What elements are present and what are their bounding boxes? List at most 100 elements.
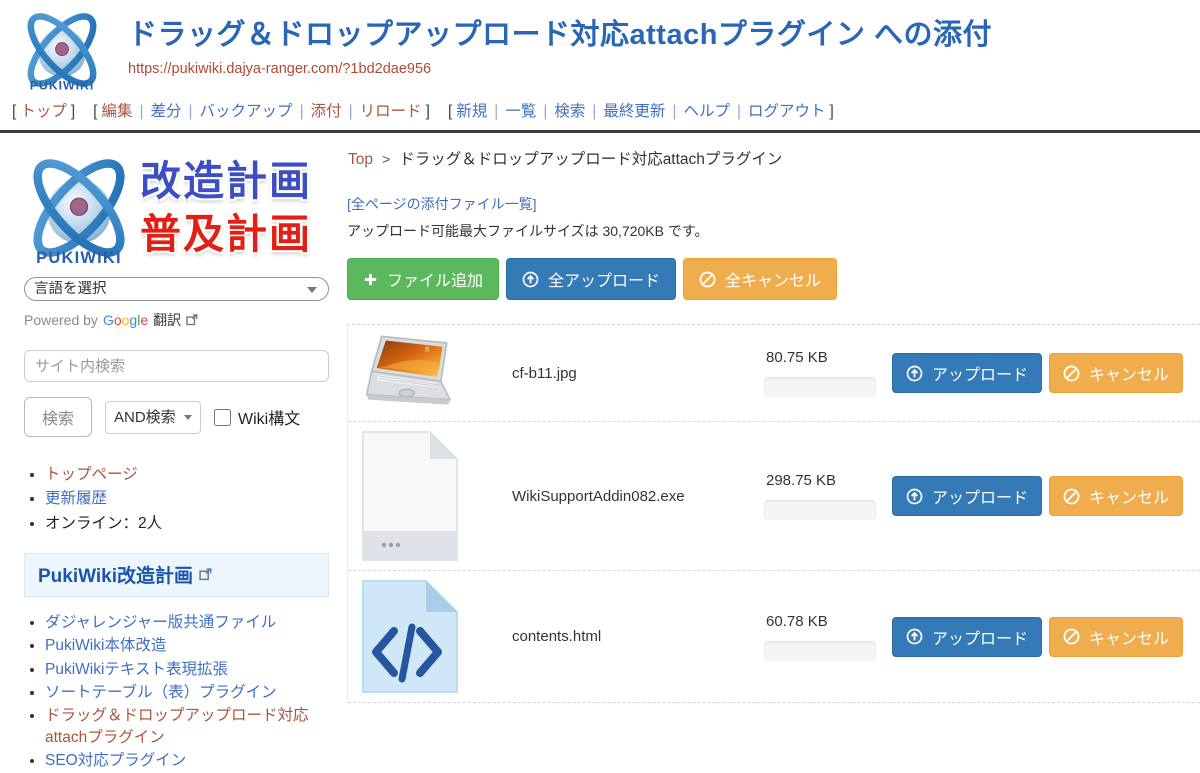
wiki-syntax-label: Wiki構文	[238, 405, 300, 429]
site-header: PUKIWIKI ドラッグ＆ドロップアップロード対応attachプラグイン への…	[0, 0, 1200, 96]
nav-bar: [トップ][編集|差分|バックアップ|添付|リロード][新規|一覧|検索|最終更…	[0, 96, 1200, 133]
quick-link[interactable]: 更新履歴	[45, 490, 107, 507]
upload-button-label: アップロード	[932, 484, 1028, 508]
sidebar-link[interactable]: ダジャレンジャー版共通ファイル	[45, 614, 276, 631]
search-input[interactable]	[24, 350, 329, 382]
breadcrumb-current: ドラッグ＆ドロップアップロード対応attachプラグイン	[399, 151, 782, 168]
ban-icon	[1063, 365, 1080, 382]
upload-all-label: 全アップロード	[548, 267, 660, 291]
cancel-button[interactable]: キャンセル	[1049, 617, 1183, 657]
search-mode-wrap: AND検索	[105, 401, 201, 434]
file-name: contents.html	[512, 628, 764, 645]
wiki-syntax-checkbox[interactable]	[214, 409, 231, 426]
google-logo: Google	[103, 312, 148, 328]
upload-button-label: アップロード	[932, 361, 1028, 385]
upload-circle-icon	[906, 365, 923, 382]
laptop-thumbnail: 8	[360, 333, 460, 413]
wiki-syntax-option: Wiki構文	[214, 405, 300, 429]
sidebar-link[interactable]: PukiWiki本体改造	[45, 637, 166, 654]
ban-icon	[1063, 628, 1080, 645]
file-size: 60.78 KB	[766, 613, 876, 630]
upload-all-button[interactable]: 全アップロード	[506, 258, 676, 300]
page-title: ドラッグ＆ドロップアップロード対応attachプラグイン への添付	[128, 20, 1200, 52]
generic-file-icon	[360, 430, 460, 562]
file-size: 298.75 KB	[766, 472, 876, 489]
upload-button[interactable]: アップロード	[892, 617, 1042, 657]
cancel-button-label: キャンセル	[1089, 484, 1169, 508]
translate-link[interactable]: 翻訳	[153, 310, 181, 330]
file-name: cf-b11.jpg	[512, 365, 764, 382]
sidebar-links-list: ダジャレンジャー版共通ファイル PukiWiki本体改造 PukiWikiテキスト表…	[24, 612, 329, 772]
cancel-button[interactable]: キャンセル	[1049, 353, 1183, 393]
nav-link[interactable]: 差分	[151, 103, 182, 120]
svg-text:PUKIWIKI: PUKIWIKI	[36, 249, 122, 267]
search-button[interactable]: 検索	[24, 397, 92, 437]
sidebar-section-heading[interactable]: PukiWiki改造計画	[24, 553, 329, 597]
sidebar-link[interactable]: ドラッグ＆ドロップアップロード対応attachプラグイン	[45, 707, 309, 745]
nav-link[interactable]: 最終更新	[603, 103, 665, 120]
language-select[interactable]: 言語を選択	[24, 277, 329, 301]
sidebar-link[interactable]: ソートテーブル（表）プラグイン	[45, 684, 277, 701]
language-select-wrap: 言語を選択	[24, 277, 329, 301]
file-name: WikiSupportAddin082.exe	[512, 488, 764, 505]
add-files-label: ファイル追加	[387, 267, 483, 291]
ban-icon	[1063, 488, 1080, 505]
sidebar-link[interactable]: PukiWikiテキスト表現拡張	[45, 661, 228, 678]
breadcrumb: Top > ドラッグ＆ドロップアップロード対応attachプラグイン	[348, 147, 1200, 169]
nav-link[interactable]: 検索	[554, 103, 585, 120]
html-file-icon	[360, 579, 460, 694]
sidebar-link[interactable]: SEO対応プラグイン	[45, 752, 186, 769]
cancel-all-label: 全キャンセル	[725, 267, 821, 291]
nav-link[interactable]: 編集	[101, 103, 132, 120]
page-url-link[interactable]: https://pukiwiki.dajya-ranger.com/?1bd2d…	[128, 61, 1200, 77]
file-row: 8 contents.html	[348, 571, 1200, 703]
cancel-all-button[interactable]: 全キャンセル	[683, 258, 837, 300]
search-mode-select[interactable]: AND検索	[105, 401, 201, 434]
cancel-button-label: キャンセル	[1089, 361, 1169, 385]
nav-link[interactable]: バックアップ	[200, 103, 293, 120]
online-count: オンライン：2人	[45, 515, 162, 532]
nav-link[interactable]: ヘルプ	[683, 103, 730, 120]
file-row: 8 WikiSupportAdd	[348, 422, 1200, 571]
svg-text:PUKIWIKI: PUKIWIKI	[30, 79, 95, 93]
upload-progress-bar	[764, 377, 876, 397]
upload-file-list: 8 cf-b11.jpg	[347, 324, 1200, 703]
ban-icon	[699, 271, 716, 288]
nav-link[interactable]: ログアウト	[748, 103, 826, 120]
upload-button[interactable]: アップロード	[892, 353, 1042, 393]
section-heading-label: PukiWiki改造計画	[38, 561, 193, 588]
external-link-icon	[186, 314, 198, 326]
upload-progress-bar	[764, 500, 876, 520]
cancel-button[interactable]: キャンセル	[1049, 476, 1183, 516]
external-link-icon	[199, 568, 212, 581]
all-attachments-link[interactable]: [全ページの添付ファイル一覧]	[347, 194, 537, 214]
svg-text:8: 8	[425, 344, 429, 353]
plus-icon	[363, 272, 378, 287]
nav-link[interactable]: 一覧	[505, 103, 536, 120]
sidebar: PUKIWIKI 改造計画 普及計画 言語を選択 Powered by Goog…	[0, 133, 345, 773]
powered-by-label: Powered by	[24, 312, 98, 328]
upload-progress-bar	[764, 641, 876, 661]
max-size-notice: アップロード可能最大ファイルサイズは 30,720KB です。	[347, 221, 1200, 241]
upload-circle-icon	[906, 488, 923, 505]
breadcrumb-separator: >	[382, 151, 390, 167]
upload-button[interactable]: アップロード	[892, 476, 1042, 516]
pukiwiki-logo-icon[interactable]: PUKIWIKI	[16, 4, 108, 96]
quick-link[interactable]: トップページ	[45, 466, 138, 483]
sidebar-banner[interactable]: PUKIWIKI 改造計画 普及計画	[18, 147, 329, 269]
powered-by-google: Powered by Google 翻訳	[24, 310, 329, 330]
main-content: Top > ドラッグ＆ドロップアップロード対応attachプラグイン [全ページの添…	[345, 133, 1200, 703]
quick-links-list: トップページ更新履歴オンライン：2人	[24, 463, 329, 535]
upload-toolbar: ファイル追加 全アップロード 全キャンセル	[347, 258, 1200, 300]
nav-link[interactable]: リロード	[360, 103, 422, 120]
add-files-button[interactable]: ファイル追加	[347, 258, 499, 300]
breadcrumb-home-link[interactable]: Top	[348, 151, 373, 168]
banner-text: 改造計画 普及計画	[140, 155, 312, 262]
banner-line-kaizou: 改造計画	[140, 155, 312, 208]
nav-link[interactable]: 添付	[311, 103, 342, 120]
upload-circle-icon	[522, 271, 539, 288]
nav-link[interactable]: 新規	[456, 103, 487, 120]
nav-link[interactable]: トップ	[20, 103, 67, 120]
banner-line-fukyuu: 普及計画	[140, 208, 312, 261]
file-row: 8 cf-b11.jpg	[348, 325, 1200, 422]
